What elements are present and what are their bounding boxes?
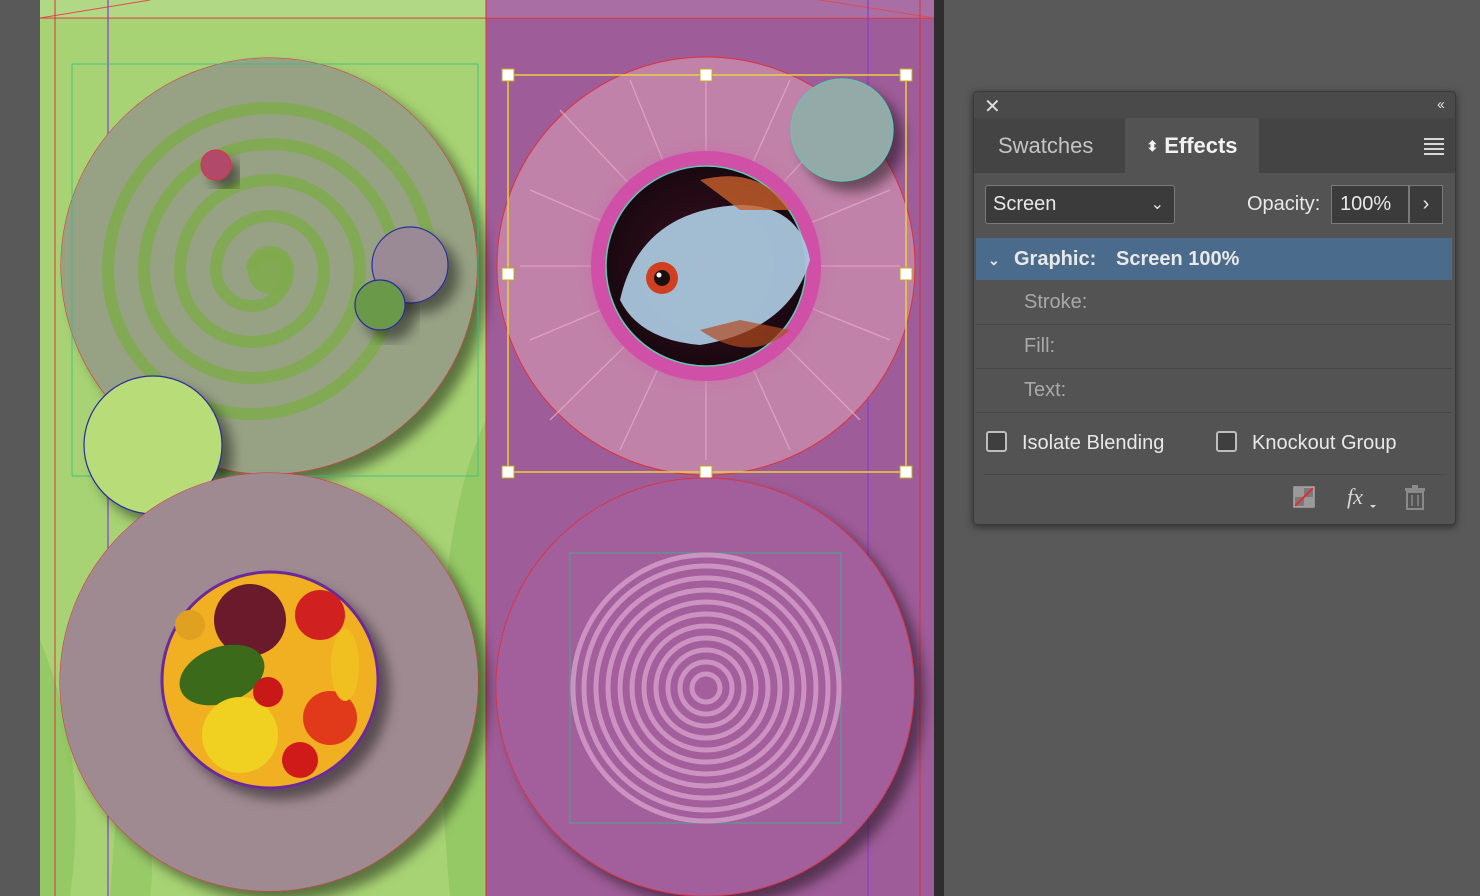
effects-target-fill-row[interactable]: Fill: (976, 325, 1452, 369)
collapse-icon[interactable]: ‹‹ (1437, 96, 1445, 113)
knockout-group-checkbox[interactable] (1216, 431, 1237, 452)
blend-mode-value: Screen (993, 193, 1057, 215)
fx-icon[interactable]: fx (1346, 485, 1376, 511)
blend-mode-dropdown[interactable]: Screen ⌄ (985, 185, 1175, 224)
knockout-group-label: Knockout Group (1252, 432, 1397, 454)
svg-text:fx: fx (1347, 485, 1363, 509)
opacity-slider-button[interactable]: › (1409, 185, 1443, 224)
opacity-label: Opacity: (1247, 193, 1321, 215)
chevron-down-icon[interactable]: ⌄ (988, 239, 1000, 281)
clear-effects-icon[interactable] (1292, 485, 1316, 509)
text-label: Text: (1024, 379, 1067, 401)
fruit-circle-graphic[interactable] (59, 472, 479, 892)
small-red-dot[interactable] (200, 149, 232, 181)
opacity-input[interactable]: 100% (1331, 185, 1409, 224)
stroke-label: Stroke: (1024, 291, 1088, 313)
panel-menu-icon[interactable] (1424, 138, 1444, 155)
isolate-blending-label: Isolate Blending (1022, 432, 1165, 454)
effects-target-graphic-row[interactable]: ⌄ Graphic: Screen 100% (976, 238, 1452, 280)
tab-effects-label: Effects (1164, 133, 1238, 158)
effects-target-stroke-row[interactable]: Stroke: (976, 281, 1452, 325)
teal-circle[interactable] (790, 78, 894, 182)
effects-target-text-row[interactable]: Text: (976, 369, 1452, 413)
target-label: Graphic: (1014, 248, 1097, 270)
updown-arrows-icon: ⬍ (1146, 138, 1159, 154)
panel-tabstrip: Swatches ⬍ Effects (974, 118, 1455, 173)
close-icon[interactable]: ✕ (984, 94, 1001, 119)
footer-divider (984, 474, 1444, 475)
trash-icon[interactable] (1404, 485, 1426, 511)
effects-panel: ✕ ‹‹ Swatches ⬍ Effects Screen ⌄ Opacity:… (973, 91, 1456, 525)
isolate-blending-checkbox[interactable] (986, 431, 1007, 452)
target-value: Screen 100% (1116, 248, 1240, 270)
small-green-circle[interactable] (354, 279, 406, 331)
panel-titlebar[interactable]: ✕ ‹‹ (974, 92, 1455, 118)
fill-label: Fill: (1024, 335, 1056, 357)
chevron-down-icon: ⌄ (1150, 196, 1164, 213)
tab-swatches[interactable]: Swatches (998, 118, 1093, 173)
tab-effects[interactable]: ⬍ Effects (1125, 118, 1259, 173)
concentric-spiral-graphic[interactable] (495, 477, 915, 896)
